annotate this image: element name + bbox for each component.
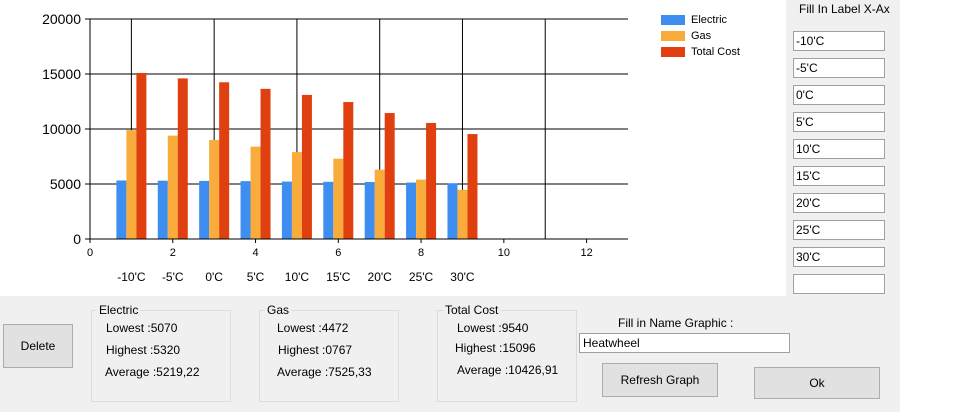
bar-total-cost [467,134,478,239]
bar-electric [199,180,210,239]
bar-electric [281,181,292,239]
gas-highest: Highest :0767 [278,343,353,357]
bar-electric [157,180,168,239]
category-label: 20'C [368,270,393,284]
bar-total-cost [343,102,354,239]
total-cost-highest: Highest :15096 [455,341,536,355]
bar-chart: 0 5000 10000 15000 20000 0 2 4 6 8 10 12 -10'C -5'C 0'… [42,11,628,284]
legend-swatch-total-cost [661,47,685,57]
legend-swatch-electric [661,15,685,25]
legend-label-total-cost: Total Cost [691,46,740,58]
bar-electric [364,182,375,239]
x-tick-label: 0 [87,247,93,259]
category-label: 0'C [205,270,223,284]
bar-gas [457,189,468,239]
bar-total-cost [301,94,312,240]
bar-gas [126,130,137,239]
bar-total-cost [426,122,437,239]
category-label: 30'C [450,270,475,284]
total-cost-stats-title: Total Cost [443,303,501,317]
category-label: -10'C [117,270,146,284]
graphic-name-label: Fill in Name Graphic : [618,316,734,330]
y-tick-label: 5000 [50,176,81,192]
bar-total-cost [219,82,230,239]
bar-gas [209,140,220,239]
ok-button[interactable]: Ok [754,367,880,399]
x-label-input-8[interactable] [793,220,885,240]
bar-gas [291,152,302,239]
x-tick-label: 6 [335,247,341,259]
bottom-panel: Delete Electric Lowest :5070 Highest :53… [0,296,900,412]
legend-label-electric: Electric [691,14,728,26]
x-label-input-5[interactable] [793,139,885,159]
bar-electric [116,180,127,239]
category-label: 15'C [326,270,351,284]
electric-lowest: Lowest :5070 [106,321,178,335]
category-label: 5'C [247,270,265,284]
gas-stats-title: Gas [265,303,292,317]
x-tick-label: 10 [498,247,510,259]
y-tick-label: 15000 [42,66,81,82]
legend-swatch-gas [661,31,685,41]
y-tick-label: 10000 [42,121,81,137]
gas-lowest: Lowest :4472 [277,321,349,335]
category-label: 25'C [409,270,434,284]
x-tick-label: 12 [580,247,592,259]
category-label: -5'C [162,270,184,284]
gas-stats-group: Gas Lowest :4472 Highest :0767 Average :… [259,303,399,402]
refresh-graph-button[interactable]: Refresh Graph [602,363,718,397]
x-label-input-7[interactable] [793,193,885,213]
x-tick-label: 4 [252,247,258,259]
legend-label-gas: Gas [691,30,712,42]
bar-total-cost [177,78,188,240]
total-cost-stats-group: Total Cost Lowest :9540 Highest :15096 A… [437,303,577,402]
x-label-input-6[interactable] [793,166,885,186]
total-cost-lowest: Lowest :9540 [457,321,529,335]
bar-electric [323,181,334,239]
x-tick-label: 2 [170,247,176,259]
bar-electric [447,183,458,239]
bar-gas [374,169,385,239]
x-label-input-3[interactable] [793,85,885,105]
category-label: 10'C [285,270,310,284]
bar-gas [250,146,261,239]
x-axis-label-panel-title: Fill In Label X-Ax [799,2,890,16]
x-label-input-2[interactable] [793,58,885,78]
electric-stats-group: Electric Lowest :5070 Highest :5320 Aver… [91,303,231,402]
x-tick-label: 8 [418,247,424,259]
bar-gas [167,135,178,239]
graphic-name-input[interactable] [579,333,790,353]
bar-electric [406,182,417,239]
y-tick-label: 0 [73,231,81,247]
bar-total-cost [260,88,271,239]
gas-average: Average :7525,33 [277,365,372,379]
delete-button[interactable]: Delete [3,324,73,368]
x-label-input-9[interactable] [793,247,885,267]
x-label-input-1[interactable] [793,31,885,51]
electric-highest: Highest :5320 [106,343,181,357]
electric-average: Average :5219,22 [105,365,200,379]
x-label-input-10[interactable] [793,274,885,294]
electric-stats-title: Electric [97,303,141,317]
total-cost-average: Average :10426,91 [457,363,559,377]
y-tick-label: 20000 [42,11,81,27]
bar-electric [240,181,251,239]
bar-gas [416,179,427,239]
bar-total-cost [384,113,395,239]
bar-gas [333,158,344,239]
x-label-input-4[interactable] [793,112,885,132]
bar-total-cost [136,72,147,239]
